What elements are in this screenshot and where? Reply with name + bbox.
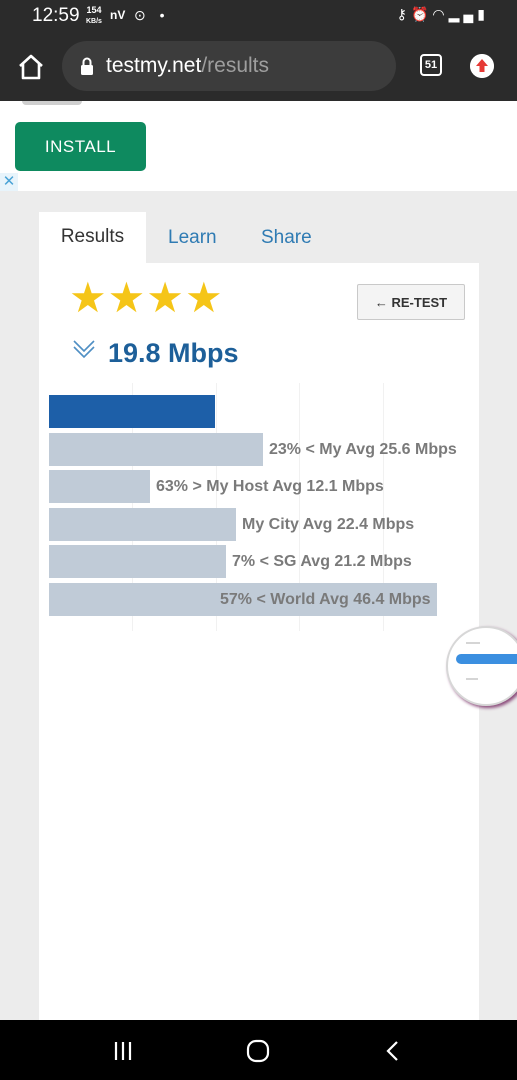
- tab-results[interactable]: Results: [39, 212, 146, 266]
- status-bar: 12:59 154 KB/s nV ⊙ • ⚷⏰◠▂▄▮: [0, 0, 517, 32]
- url-path: /results: [201, 54, 269, 77]
- floating-chat-bubble[interactable]: [446, 626, 517, 706]
- update-icon[interactable]: [470, 54, 494, 78]
- dot-icon: •: [159, 7, 165, 23]
- retest-button[interactable]: ← RE-TEST: [357, 284, 465, 320]
- browser-toolbar: testmy.net/results 51: [0, 32, 517, 101]
- signal-icon: ▂▄: [448, 6, 478, 22]
- network-speed: 154 KB/s: [86, 5, 102, 27]
- download-speed: 19.8 Mbps: [108, 338, 239, 368]
- install-button[interactable]: INSTALL: [15, 122, 146, 171]
- wifi-icon: ◠: [432, 6, 449, 22]
- battery-icon: ▮: [477, 6, 489, 22]
- vpn-icon: ⊙: [134, 7, 146, 23]
- back-icon[interactable]: [380, 1038, 406, 1064]
- chat-preview-line: [466, 642, 480, 644]
- tab-share[interactable]: Share: [261, 227, 312, 249]
- status-time: 12:59: [32, 5, 80, 26]
- home-icon[interactable]: [16, 52, 46, 82]
- rating-stars: ★★★★: [69, 274, 224, 321]
- ad-banner: INSTALL ✕: [0, 101, 517, 191]
- chat-preview-line: [466, 678, 478, 680]
- download-arrow-icon: [73, 340, 95, 359]
- notification-icons: ⊙ •: [134, 7, 165, 24]
- system-icons: ⚷⏰◠▂▄▮: [397, 6, 489, 23]
- key-icon: ⚷: [396, 6, 411, 22]
- home-nav-icon[interactable]: [245, 1038, 271, 1064]
- results-card: [39, 263, 479, 1020]
- tab-switcher-button[interactable]: 51: [420, 54, 442, 76]
- chat-preview-message: [456, 654, 517, 664]
- url-text: testmy.net/results: [106, 54, 269, 78]
- ad-close-icon[interactable]: ✕: [0, 173, 18, 191]
- address-bar[interactable]: testmy.net/results: [62, 41, 396, 91]
- lock-icon: [81, 57, 93, 75]
- ad-divider: [22, 101, 82, 105]
- network-speed-value: 154: [86, 5, 102, 15]
- carrier-label: nV: [110, 8, 126, 22]
- network-speed-unit: KB/s: [86, 18, 102, 25]
- tab-learn[interactable]: Learn: [168, 227, 217, 249]
- recents-icon[interactable]: [110, 1038, 136, 1064]
- system-nav-bar: [0, 1020, 517, 1080]
- url-domain: testmy.net: [106, 54, 202, 77]
- alarm-icon: ⏰: [410, 6, 433, 22]
